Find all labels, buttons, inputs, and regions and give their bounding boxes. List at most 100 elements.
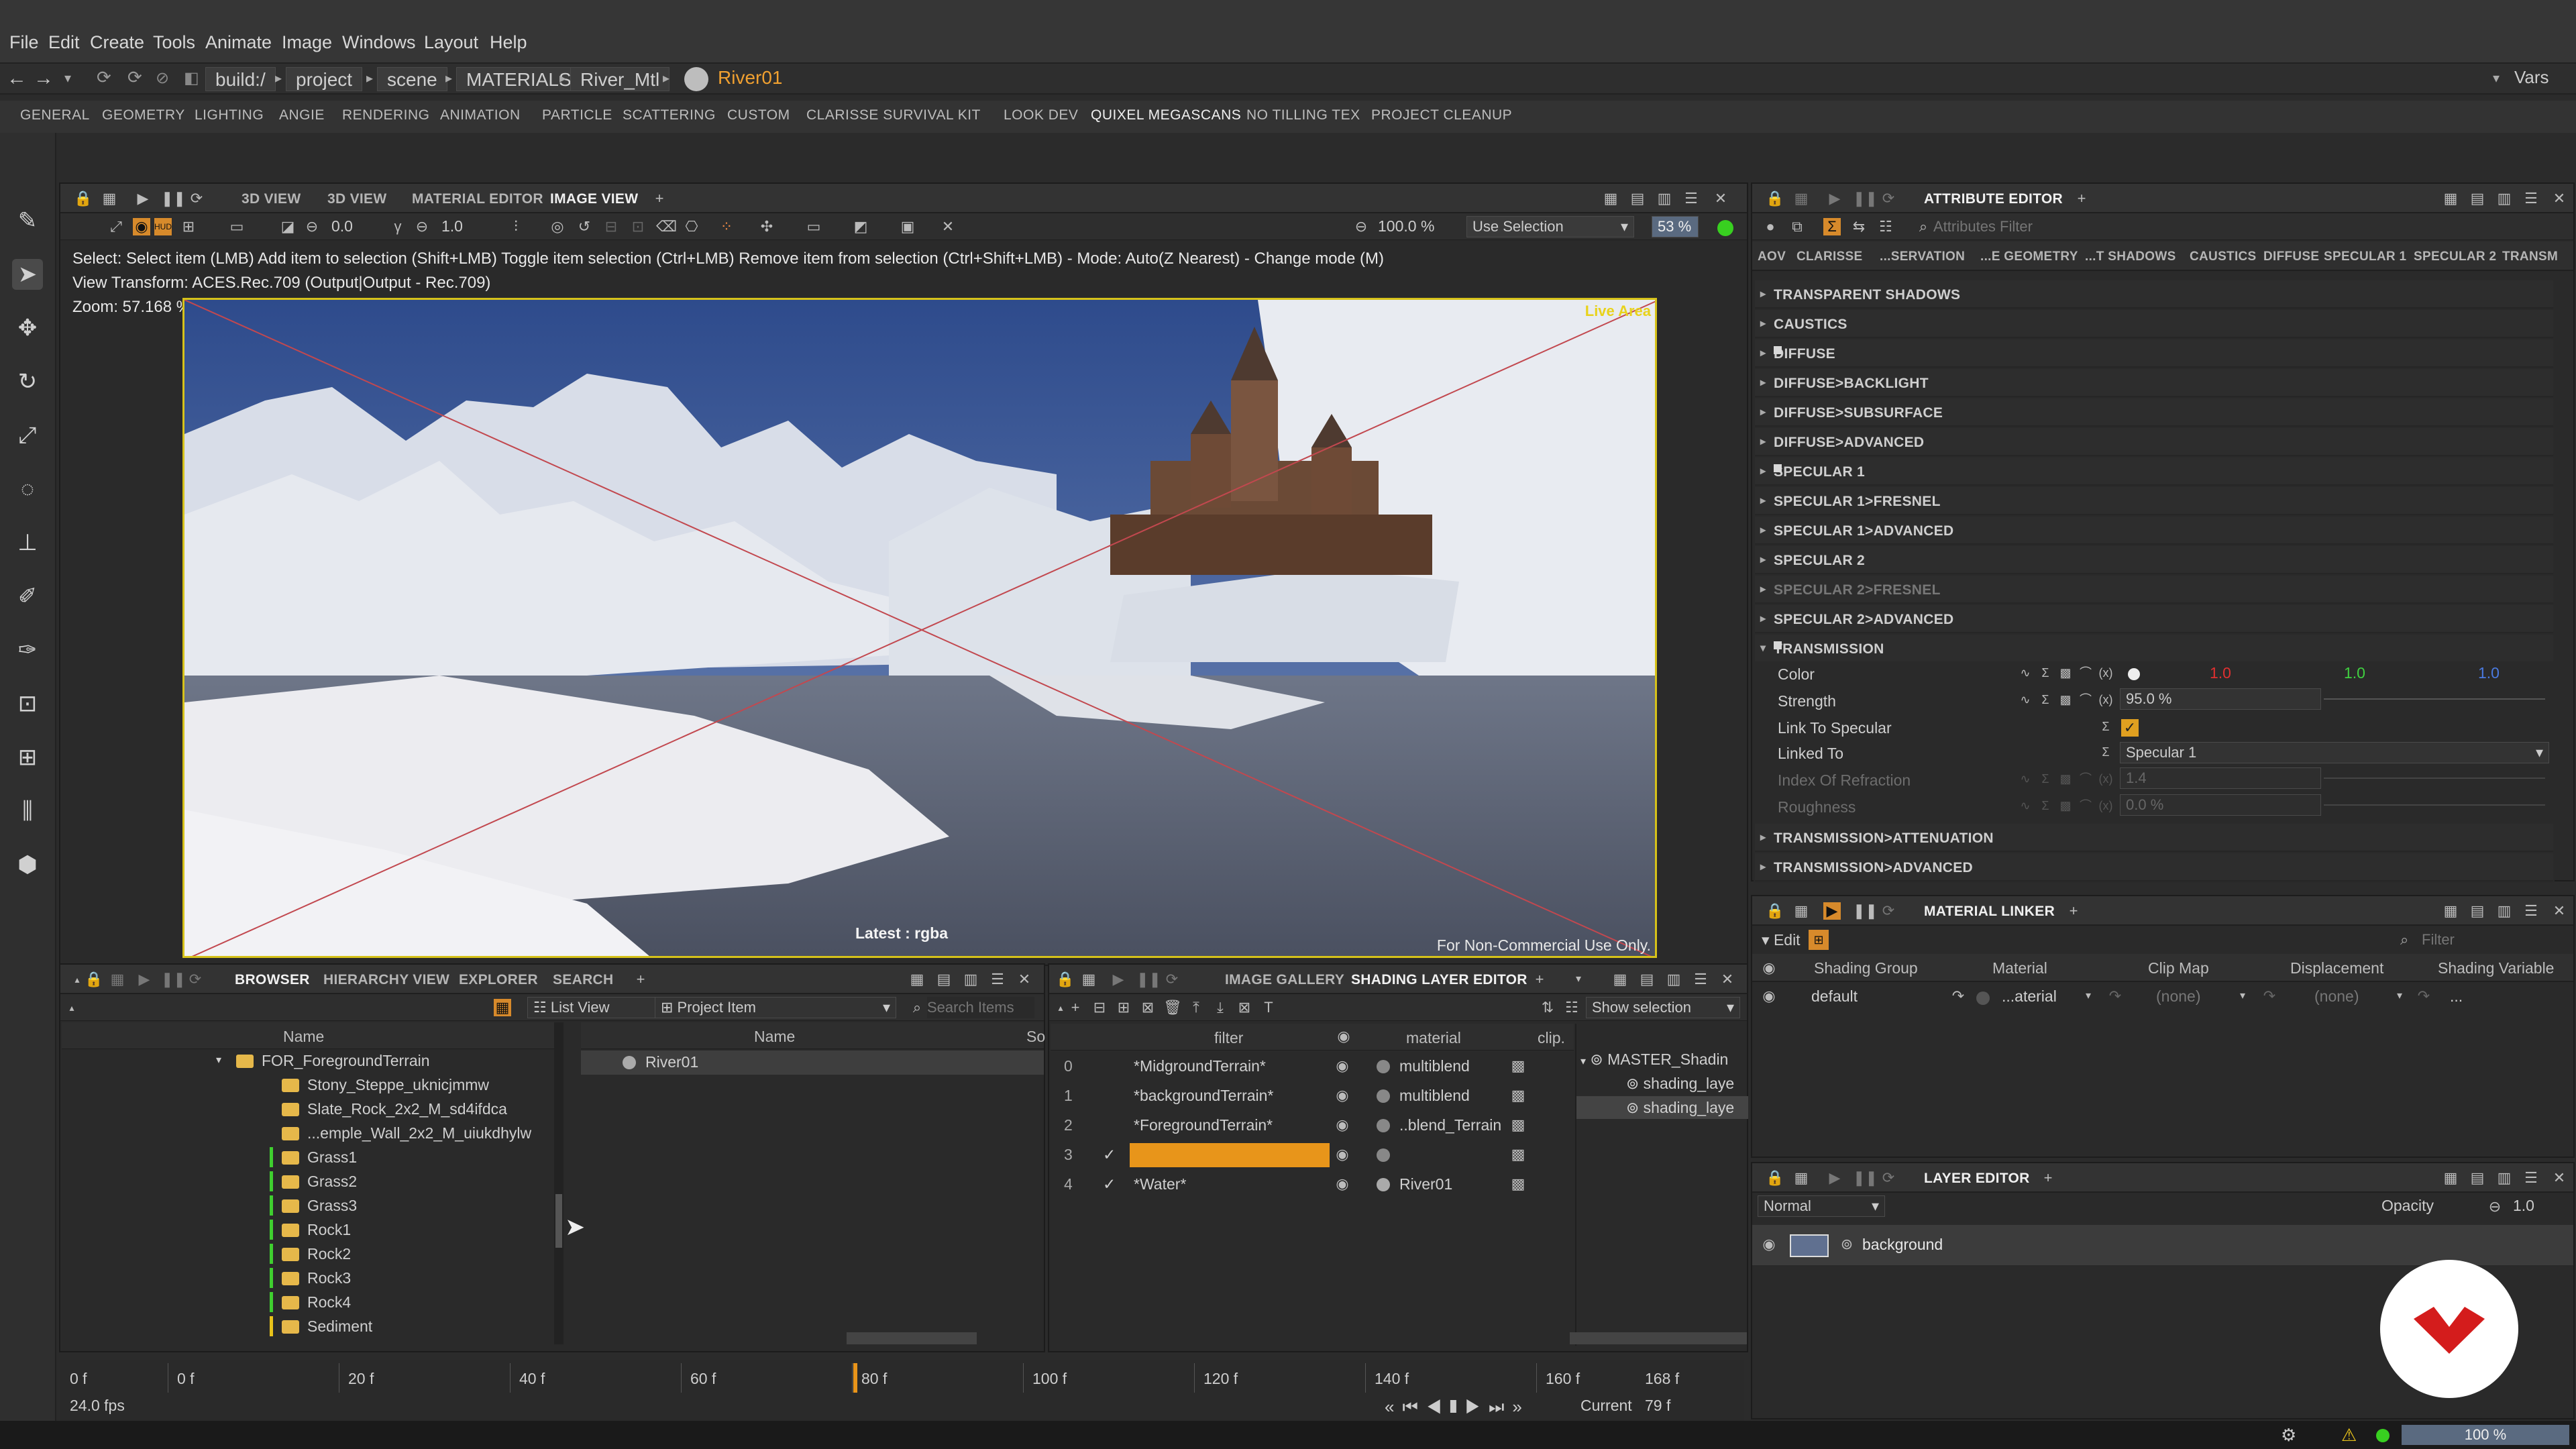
refresh-icon[interactable]: ⟳ [1880, 190, 1897, 207]
tree-node-shading-layer-2[interactable]: ⊚ shading_laye [1576, 1096, 1748, 1119]
play-icon[interactable]: ▶ [136, 971, 153, 988]
menu-layout[interactable]: Layout [424, 32, 478, 53]
link-icon[interactable]: ⌒ [2077, 664, 2094, 682]
expand-icon[interactable]: ▸ [1760, 287, 1766, 301]
expand-icon[interactable]: ▸ [1760, 376, 1766, 389]
timeline-track[interactable] [168, 1363, 1697, 1393]
play-icon[interactable]: ▶ [1826, 190, 1843, 207]
shading-h-scrollbar[interactable] [1570, 1332, 1747, 1344]
shelf-tab-project-cleanup[interactable]: PROJECT CLEANUP [1371, 107, 1512, 123]
list-item[interactable]: Rock3 [270, 1267, 351, 1289]
pause-icon[interactable]: ❚❚ [1853, 1169, 1878, 1187]
fps-label[interactable]: 24.0 fps [70, 1397, 125, 1415]
col-name[interactable]: Name [283, 1028, 324, 1046]
chevron-down-icon[interactable]: ▾ [2391, 987, 2408, 1005]
tree-scrollbar-thumb[interactable] [555, 1194, 562, 1248]
edit-menu[interactable]: ▾ Edit [1762, 931, 1801, 949]
vars-dropdown-icon[interactable]: ▾ [2493, 70, 2500, 87]
hud-toggle-icon[interactable]: HUD [154, 218, 172, 235]
menu-create[interactable]: Create [90, 32, 144, 53]
frame-tool-icon[interactable]: ⊡ [12, 688, 43, 719]
tab-3d-view-1[interactable]: 3D VIEW [241, 191, 301, 207]
filter-cell[interactable]: *ForegroundTerrain* [1134, 1116, 1273, 1134]
crumb-scene[interactable]: scene [377, 67, 447, 91]
split-v-icon[interactable]: ▥ [2496, 902, 2513, 920]
filter-cell[interactable]: *MidgroundTerrain* [1134, 1057, 1266, 1075]
pause-icon[interactable]: ❚❚ [161, 190, 186, 207]
view-mode-icon[interactable]: ◉ [133, 218, 150, 235]
subtab-specular1[interactable]: SPECULAR 1 [2324, 250, 2406, 264]
lock-icon[interactable]: 🔒 [1766, 190, 1784, 207]
material-cell[interactable]: ..blend_Terrain [1399, 1116, 1501, 1134]
layer-name[interactable]: background [1862, 1236, 1943, 1254]
subtab-caustics[interactable]: CAUSTICS [2190, 250, 2257, 264]
lock-icon[interactable]: 🔒 [1766, 1169, 1784, 1187]
text-icon[interactable]: T [1260, 999, 1277, 1016]
check-icon[interactable]: ✓ [1103, 1146, 1116, 1164]
lock-icon[interactable]: 🔒 [1766, 902, 1784, 920]
attr-section-transmission-attenuation[interactable]: ▸ TRANSMISSION>ATTENUATION [1755, 824, 2553, 852]
color-swatch[interactable] [2128, 668, 2140, 680]
attr-section-specular-1-fresnel[interactable]: ▸ SPECULAR 1>FRESNEL [1755, 487, 2553, 515]
delete-icon[interactable]: 🗑 [1163, 999, 1182, 1016]
link-icon[interactable]: ⌒ [2077, 691, 2094, 708]
list-item[interactable]: Stony_Steppe_uknicjmmw [282, 1073, 489, 1096]
clear-icon[interactable]: ⊠ [1236, 999, 1253, 1016]
menu-icon[interactable]: ☰ [1682, 190, 1700, 207]
play-icon[interactable]: ▶ [1823, 902, 1841, 920]
playhead[interactable] [853, 1363, 857, 1393]
region-icon[interactable]: ▭ [805, 218, 822, 235]
expand-icon[interactable]: ▾ [1760, 641, 1766, 655]
sigma-icon[interactable]: Σ [2097, 718, 2114, 735]
link-icon[interactable]: ↷ [2261, 987, 2278, 1005]
layout-icon[interactable]: ▦ [1080, 971, 1097, 988]
list-item[interactable]: ▾ FOR_ForegroundTerrain [216, 1049, 430, 1072]
layout-grid-icon[interactable]: ▦ [2442, 190, 2459, 207]
lut-icon[interactable]: ▣ [899, 218, 916, 235]
list-item[interactable]: Grass1 [270, 1146, 357, 1169]
selection-mode-dropdown[interactable]: Use Selection ▾ [1466, 216, 1634, 237]
refresh-icon[interactable]: ⟳ [186, 971, 204, 988]
expression-icon[interactable]: (x) [2097, 664, 2114, 682]
aov-icon[interactable]: ✣ [758, 218, 775, 235]
subtab-diffuse[interactable]: DIFFUSE [2263, 250, 2319, 264]
attr-section-transparent-shadows[interactable]: ▸ TRANSPARENT SHADOWS [1755, 280, 2553, 309]
tab-image-view[interactable]: IMAGE VIEW [550, 191, 638, 207]
stop-icon[interactable]: ⊘ [156, 68, 169, 88]
list-icon[interactable]: ☷ [1877, 218, 1894, 235]
clear-icon[interactable]: ⌫ [656, 218, 677, 235]
move-down-icon[interactable]: ⤓ [1212, 999, 1229, 1016]
split-h-icon[interactable]: ▤ [1629, 190, 1646, 207]
shelf-tab-no-tilling-tex[interactable]: NO TILLING TEX [1246, 107, 1360, 123]
sigma-icon[interactable]: Σ [2037, 664, 2054, 682]
opacity-slider-icon[interactable]: ⊖ [2486, 1198, 2504, 1216]
add-group-icon[interactable]: ⊟ [1091, 999, 1108, 1016]
comment-icon[interactable]: ● [1762, 218, 1779, 235]
sigma-icon[interactable]: Σ [1823, 218, 1841, 235]
selected-item-name[interactable]: River01 [645, 1051, 698, 1073]
refresh-icon[interactable]: ⟳ [1163, 971, 1181, 988]
add-shading-icon[interactable]: ⊞ [1115, 999, 1132, 1016]
attr-section-specular-2-fresnel[interactable]: ▸ SPECULAR 2>FRESNEL [1755, 576, 2553, 604]
clip-map-icon[interactable]: ▩ [1509, 1057, 1527, 1075]
split-v-icon[interactable]: ▥ [1665, 971, 1682, 988]
visibility-icon[interactable]: ◉ [1334, 1175, 1351, 1193]
gamma-value[interactable]: 1.0 [441, 217, 463, 235]
split-h-icon[interactable]: ▤ [2469, 902, 2486, 920]
strength-slider[interactable] [2324, 698, 2545, 700]
subtab-geometry[interactable]: ...E GEOMETRY [1980, 250, 2078, 264]
shelf-tab-look-dev[interactable]: LOOK DEV [1004, 107, 1078, 123]
shapes-tool-icon[interactable]: ⬢ [12, 849, 43, 880]
crumb-current-item[interactable]: River01 [718, 67, 782, 89]
wipe-icon[interactable]: ⊡ [629, 218, 647, 235]
camera-tool-icon[interactable]: ⊞ [12, 742, 43, 773]
subtab-transmission[interactable]: TRANSM [2502, 250, 2558, 264]
histogram-icon[interactable]: ⫶ [507, 218, 525, 235]
attr-section-diffuse-subsurface[interactable]: ▸ DIFFUSE>SUBSURFACE [1755, 398, 2553, 427]
visibility-icon[interactable]: ◉ [1334, 1087, 1351, 1104]
shelf-tab-angie[interactable]: ANGIE [279, 107, 325, 123]
expand-icon[interactable]: ▸ [1760, 346, 1766, 360]
current-frame-value[interactable]: 79 f [1645, 1397, 1670, 1415]
menu-windows[interactable]: Windows [342, 32, 416, 53]
progress-percent-field[interactable]: 53 % [1652, 216, 1699, 237]
